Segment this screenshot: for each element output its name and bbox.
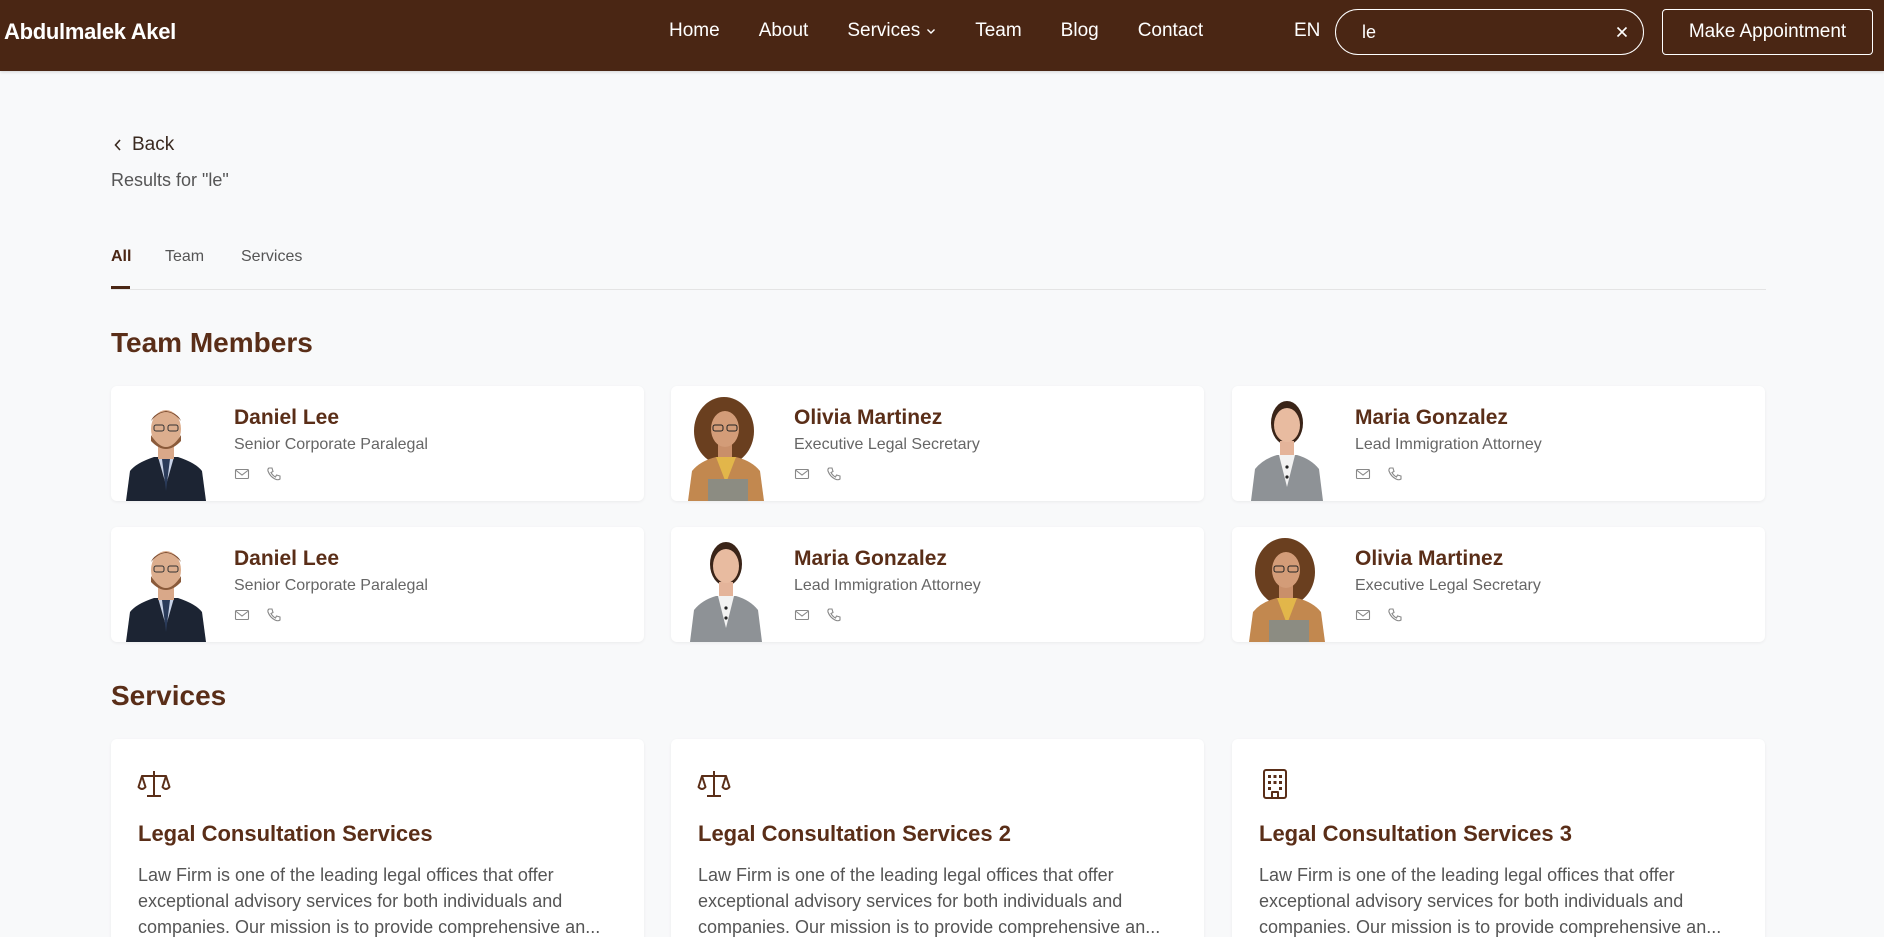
team-card[interactable]: Maria Gonzalez Lead Immigration Attorney [671, 527, 1204, 642]
avatar [116, 393, 216, 501]
team-card[interactable]: Olivia Martinez Executive Legal Secretar… [671, 386, 1204, 501]
scale-icon [697, 771, 731, 797]
search-box [1335, 9, 1644, 55]
tab-team[interactable]: Team [165, 248, 204, 266]
phone-icon[interactable] [266, 466, 282, 482]
team-section-title: Team Members [111, 327, 313, 358]
language-switch[interactable]: EN [1294, 20, 1320, 42]
service-title: Legal Consultation Services 2 [698, 821, 1011, 846]
mail-icon[interactable] [234, 466, 250, 482]
member-role: Executive Legal Secretary [794, 436, 980, 453]
site-header: Abdulmalek Akel Home About Services Team… [0, 0, 1884, 71]
search-input[interactable] [1336, 21, 1596, 43]
service-description: Law Firm is one of the leading legal off… [698, 865, 1161, 937]
service-card[interactable]: Legal Consultation Services Law Firm is … [111, 739, 644, 937]
back-label: Back [132, 134, 175, 155]
mail-icon[interactable] [794, 607, 810, 623]
member-role: Lead Immigration Attorney [794, 577, 981, 594]
member-name: Daniel Lee [234, 547, 340, 570]
service-description: Law Firm is one of the leading legal off… [138, 865, 601, 937]
mail-icon[interactable] [1355, 607, 1371, 623]
chevron-down-icon [927, 29, 936, 34]
member-name: Daniel Lee [234, 406, 340, 429]
nav-contact[interactable]: Contact [1138, 20, 1203, 42]
phone-icon[interactable] [1387, 607, 1403, 623]
results-heading: Results for "le" [111, 170, 229, 190]
nav-services[interactable]: Services [847, 20, 936, 42]
member-name: Maria Gonzalez [794, 547, 947, 570]
service-card[interactable]: Legal Consultation Services 2 Law Firm i… [671, 739, 1204, 937]
avatar [676, 393, 776, 501]
member-role: Senior Corporate Paralegal [234, 436, 428, 453]
team-card[interactable]: Daniel Lee Senior Corporate Paralegal [111, 527, 644, 642]
team-card[interactable]: Olivia Martinez Executive Legal Secretar… [1232, 527, 1765, 642]
tab-all[interactable]: All [111, 248, 131, 266]
mail-icon[interactable] [234, 607, 250, 623]
mail-icon[interactable] [1355, 466, 1371, 482]
mail-icon[interactable] [794, 466, 810, 482]
nav-blog[interactable]: Blog [1061, 20, 1099, 42]
main-nav: Home About Services Team Blog Contact [669, 20, 1242, 42]
tab-services[interactable]: Services [241, 248, 302, 266]
avatar [1237, 534, 1337, 642]
phone-icon[interactable] [1387, 466, 1403, 482]
service-title: Legal Consultation Services [138, 821, 433, 846]
avatar [1237, 393, 1337, 501]
building-icon [1263, 769, 1287, 799]
nav-about[interactable]: About [759, 20, 809, 42]
member-name: Olivia Martinez [1355, 547, 1504, 570]
nav-home[interactable]: Home [669, 20, 720, 42]
member-role: Lead Immigration Attorney [1355, 436, 1542, 453]
active-tab-indicator [111, 286, 130, 289]
phone-icon[interactable] [826, 466, 842, 482]
scale-icon [137, 771, 171, 797]
member-name: Olivia Martinez [794, 406, 943, 429]
service-description: Law Firm is one of the leading legal off… [1259, 865, 1722, 937]
team-card[interactable]: Daniel Lee Senior Corporate Paralegal [111, 386, 644, 501]
phone-icon[interactable] [266, 607, 282, 623]
member-role: Executive Legal Secretary [1355, 577, 1541, 594]
service-card[interactable]: Legal Consultation Services 3 Law Firm i… [1232, 739, 1765, 937]
result-tabs: All Team Services [111, 245, 1766, 290]
member-role: Senior Corporate Paralegal [234, 577, 428, 594]
team-card[interactable]: Maria Gonzalez Lead Immigration Attorney [1232, 386, 1765, 501]
nav-team[interactable]: Team [975, 20, 1021, 42]
close-icon[interactable] [1613, 23, 1631, 41]
nav-services-label: Services [847, 20, 921, 41]
make-appointment-button[interactable]: Make Appointment [1662, 9, 1873, 55]
phone-icon[interactable] [826, 607, 842, 623]
back-link[interactable]: Back [113, 134, 174, 156]
services-section-title: Services [111, 680, 227, 711]
avatar [676, 534, 776, 642]
chevron-left-icon [114, 139, 121, 151]
brand-logo[interactable]: Abdulmalek Akel [4, 19, 176, 45]
member-name: Maria Gonzalez [1355, 406, 1508, 429]
service-title: Legal Consultation Services 3 [1259, 821, 1572, 846]
avatar [116, 534, 216, 642]
